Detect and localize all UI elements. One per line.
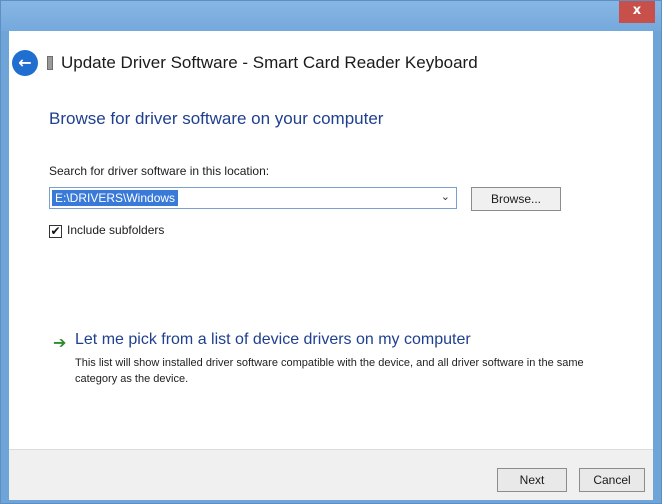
checkmark-icon: ✔ (50, 224, 61, 238)
include-subfolders-label[interactable]: Include subfolders (67, 223, 164, 237)
path-combobox[interactable]: E:\DRIVERS\Windows ⌄ (49, 187, 457, 209)
browse-button[interactable]: Browse... (471, 187, 561, 211)
title-bar[interactable]: x (1, 1, 661, 31)
close-icon[interactable]: x (633, 3, 641, 18)
cancel-button[interactable]: Cancel (579, 468, 645, 492)
dialog-content: Browse for driver software on your compu… (9, 89, 653, 449)
pick-from-list-description: This list will show installed driver sof… (75, 357, 584, 385)
page-heading: Browse for driver software on your compu… (49, 109, 384, 128)
search-location-label: Search for driver software in this locat… (49, 164, 270, 178)
dialog-footer: Next Cancel (9, 449, 653, 500)
close-button[interactable]: x (619, 1, 655, 23)
path-input[interactable]: E:\DRIVERS\Windows (52, 190, 179, 206)
dialog-window: x ← Update Driver Software - Smart Card … (0, 0, 662, 504)
include-subfolders-checkbox[interactable]: ✔ (49, 225, 62, 238)
next-button[interactable]: Next (497, 468, 567, 492)
dialog-header: ← Update Driver Software - Smart Card Re… (9, 31, 653, 90)
dialog-title: Update Driver Software - Smart Card Read… (61, 53, 478, 72)
pick-from-list-link[interactable]: Let me pick from a list of device driver… (75, 331, 471, 349)
chevron-down-icon[interactable]: ⌄ (441, 190, 450, 203)
device-icon (47, 56, 53, 70)
back-arrow-icon[interactable]: ← (18, 53, 31, 72)
green-arrow-icon[interactable]: ➔ (53, 333, 66, 352)
back-button[interactable]: ← (12, 50, 38, 76)
